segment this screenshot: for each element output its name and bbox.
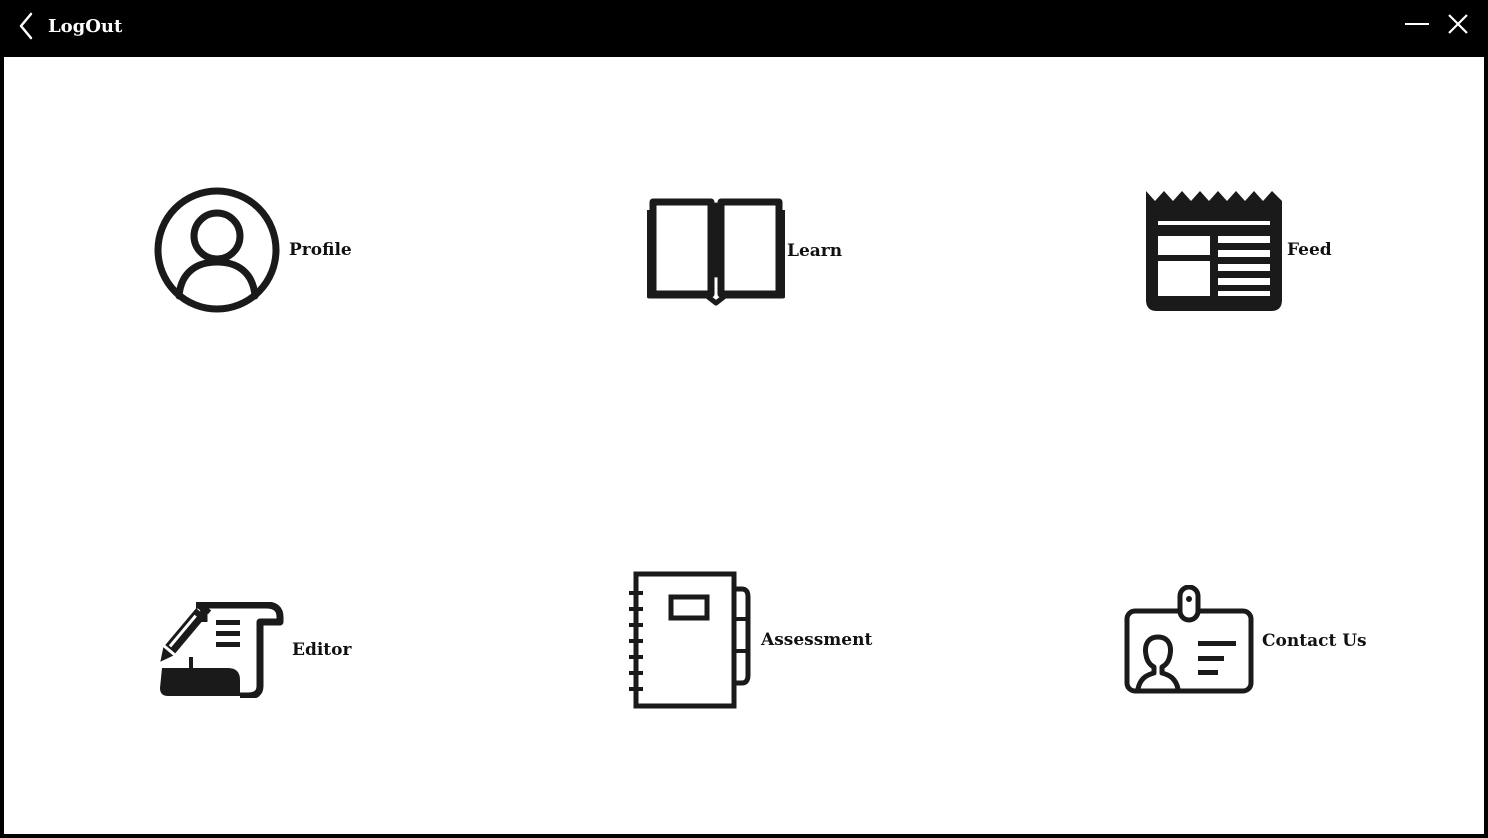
menu-item-label: Editor bbox=[292, 640, 352, 660]
pen-scroll-icon bbox=[154, 602, 284, 698]
menu-item-contact-us[interactable]: Contact Us bbox=[1122, 585, 1367, 697]
minimize-button[interactable] bbox=[1401, 10, 1433, 42]
close-button[interactable] bbox=[1442, 10, 1474, 42]
chevron-left-icon bbox=[18, 12, 34, 40]
menu-item-label: Profile bbox=[289, 240, 352, 260]
user-circle-icon bbox=[153, 186, 281, 314]
menu-item-learn[interactable]: Learn bbox=[647, 196, 842, 306]
menu-item-label: Contact Us bbox=[1262, 631, 1367, 651]
menu-item-label: Feed bbox=[1287, 240, 1332, 260]
menu-item-label: Assessment bbox=[761, 630, 873, 650]
menu-item-label: Learn bbox=[787, 241, 843, 261]
newspaper-icon bbox=[1145, 188, 1283, 312]
main-menu: Profile Learn Feed Editor Assessment Con… bbox=[4, 57, 1484, 834]
title-bar: LogOut bbox=[0, 0, 1488, 55]
notebook-icon bbox=[628, 571, 754, 709]
id-badge-icon bbox=[1122, 585, 1256, 697]
menu-item-feed[interactable]: Feed bbox=[1145, 188, 1332, 312]
app-window: LogOut Profile Learn Feed Editor Assessm… bbox=[0, 0, 1488, 838]
close-icon bbox=[1447, 13, 1469, 39]
logout-button[interactable]: LogOut bbox=[18, 8, 122, 44]
logout-label: LogOut bbox=[48, 15, 123, 37]
menu-item-editor[interactable]: Editor bbox=[154, 602, 351, 698]
open-book-icon bbox=[647, 196, 785, 306]
menu-item-profile[interactable]: Profile bbox=[153, 186, 352, 314]
minimize-icon bbox=[1404, 11, 1430, 41]
menu-item-assessment[interactable]: Assessment bbox=[628, 571, 872, 709]
